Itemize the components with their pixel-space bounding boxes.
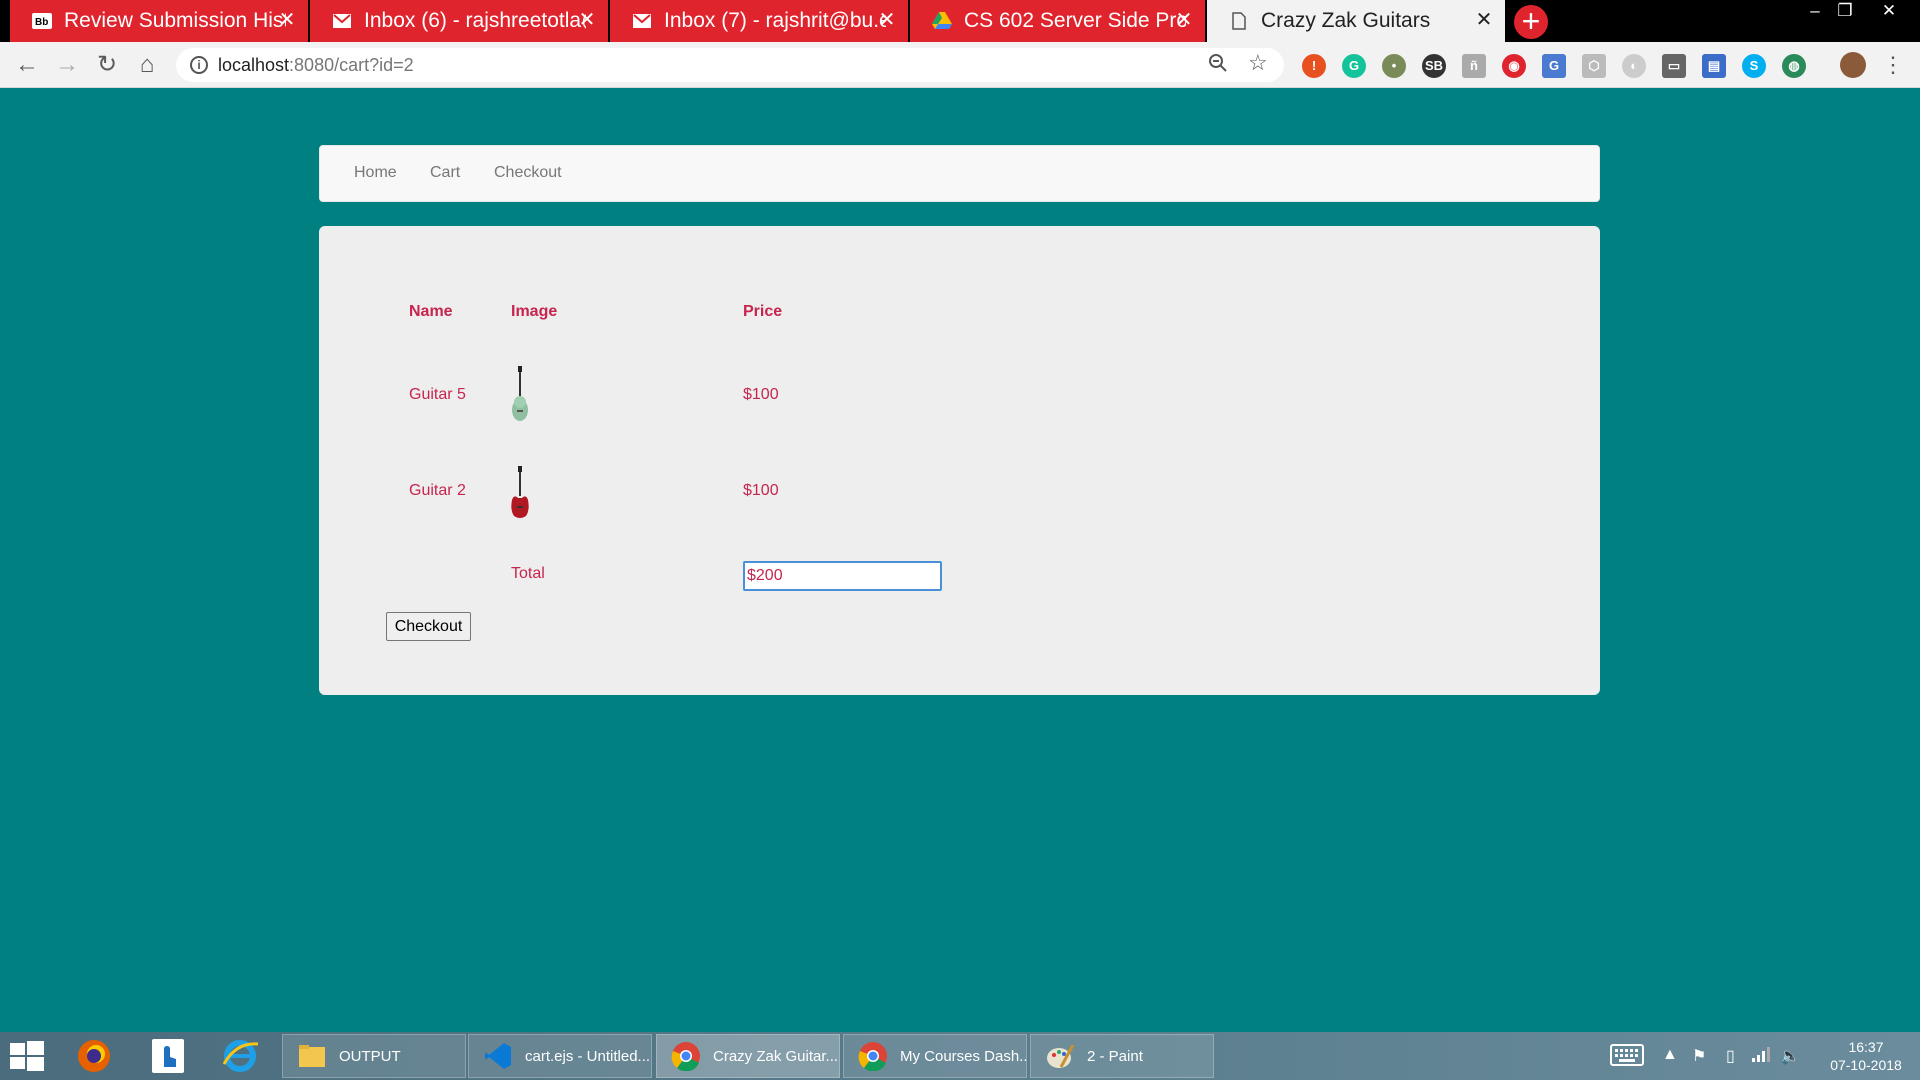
total-label: Total (511, 565, 545, 582)
column-header-price: Price (743, 303, 783, 320)
battery-icon[interactable]: ▯ (1726, 1046, 1735, 1066)
close-icon[interactable]: ✕ (1173, 9, 1195, 31)
tab-title: Inbox (6) - rajshreetotla@ (364, 9, 586, 32)
volume-icon[interactable]: 🔈 (1780, 1046, 1800, 1066)
checkout-button[interactable]: Checkout (386, 612, 471, 641)
close-icon[interactable]: ✕ (1473, 9, 1495, 31)
home-icon[interactable]: ⌂ (132, 50, 162, 80)
vscode-icon (485, 1043, 511, 1069)
extension-alert-icon[interactable]: ! (1302, 54, 1326, 78)
menu-icon[interactable]: ⋮ (1882, 52, 1904, 78)
browser-toolbar: ← → ↻ ⌂ i localhost:8080/cart?id=2 ☆ ! G… (0, 42, 1920, 88)
extension-icon[interactable]: • (1382, 54, 1406, 78)
tab-inbox-7[interactable]: Inbox (7) - rajshrit@bu.edu ✕ (610, 0, 908, 42)
column-header-name: Name (409, 303, 453, 320)
show-hidden-icons-chevron-icon[interactable]: ▲ (1662, 1046, 1678, 1064)
chrome-icon (858, 1042, 887, 1071)
blackboard-icon: Bb (32, 12, 52, 30)
extension-icon[interactable]: ⬡ (1582, 54, 1606, 78)
chrome-icon (671, 1042, 700, 1071)
close-window-icon[interactable]: ✕ (1874, 0, 1904, 22)
new-tab-button[interactable]: + (1514, 5, 1548, 39)
translate-icon[interactable]: G (1542, 54, 1566, 78)
column-header-image: Image (511, 303, 558, 320)
cart-item-name: Guitar 2 (409, 482, 466, 499)
action-center-flag-icon[interactable]: ⚑ (1692, 1046, 1706, 1066)
windows-taskbar: OUTPUT cart.ejs - Untitled... Crazy Zak … (0, 1032, 1920, 1080)
extension-icon[interactable]: ▤ (1702, 54, 1726, 78)
cart-item-name: Guitar 5 (409, 386, 466, 403)
tab-inbox-6[interactable]: Inbox (6) - rajshreetotla@ ✕ (310, 0, 608, 42)
taskbar-item-output[interactable]: OUTPUT (282, 1034, 466, 1078)
system-clock[interactable]: 16:37 07-10-2018 (1816, 1038, 1916, 1074)
paint-icon (1047, 1044, 1075, 1068)
grammarly-icon[interactable]: G (1342, 54, 1366, 78)
cart-item-price: $100 (743, 482, 779, 499)
url-text: localhost:8080/cart?id=2 (218, 55, 414, 75)
tab-review-submission[interactable]: Bb Review Submission History ✕ (10, 0, 308, 42)
adblock-icon[interactable]: ◉ (1502, 54, 1526, 78)
extension-globe-icon[interactable]: ◍ (1782, 54, 1806, 78)
tab-title: CS 602 Server Side Prog (964, 9, 1186, 32)
taskbar-item-chrome-courses[interactable]: My Courses Dash... (843, 1034, 1027, 1078)
windows-start-icon[interactable] (10, 1032, 44, 1080)
forward-icon[interactable]: → (52, 50, 82, 80)
tab-cs602[interactable]: CS 602 Server Side Prog ✕ (910, 0, 1205, 42)
cart-panel (319, 226, 1600, 695)
google-drive-icon (932, 12, 952, 30)
close-icon[interactable]: ✕ (876, 9, 898, 31)
tab-title: Review Submission History (64, 9, 286, 32)
extension-icon[interactable]: ñ (1462, 54, 1486, 78)
taskbar-item-chrome-guitars[interactable]: Crazy Zak Guitar... (656, 1034, 840, 1078)
site-info-icon[interactable]: i (190, 56, 208, 74)
extension-sb-icon[interactable]: SB (1422, 54, 1446, 78)
tab-title: Inbox (7) - rajshrit@bu.edu (664, 9, 886, 32)
close-icon[interactable]: ✕ (576, 9, 598, 31)
minimize-icon[interactable]: – (1800, 0, 1830, 22)
svg-text:Bb: Bb (35, 17, 48, 28)
tab-title: Crazy Zak Guitars (1261, 9, 1431, 32)
taskbar-item-vscode[interactable]: cart.ejs - Untitled... (468, 1034, 652, 1078)
restore-icon[interactable]: ❐ (1830, 0, 1860, 22)
skype-icon[interactable]: S (1742, 54, 1766, 78)
guitar-image (512, 366, 528, 421)
taskbar-item-paint[interactable]: 2 - Paint (1030, 1034, 1214, 1078)
gmail-icon (632, 12, 652, 30)
page-icon (1229, 12, 1249, 30)
zoom-icon[interactable] (1208, 53, 1228, 79)
clock-date: 07-10-2018 (1830, 1057, 1902, 1073)
keyboard-icon[interactable] (1610, 1044, 1644, 1071)
guitar-image (511, 466, 529, 518)
address-bar[interactable]: i localhost:8080/cart?id=2 ☆ (176, 48, 1284, 82)
tab-crazy-zak-guitars[interactable]: Crazy Zak Guitars ✕ (1207, 0, 1505, 42)
firefox-icon[interactable] (76, 1032, 112, 1080)
network-signal-icon[interactable] (1752, 1046, 1772, 1067)
profile-avatar[interactable] (1840, 52, 1866, 78)
clock-time: 16:37 (1848, 1039, 1884, 1055)
reload-icon[interactable]: ↻ (92, 50, 122, 80)
cast-icon[interactable]: ▭ (1662, 54, 1686, 78)
close-icon[interactable]: ✕ (276, 9, 298, 31)
back-icon[interactable]: ← (12, 50, 42, 80)
extension-icon[interactable]: ◐ (1622, 54, 1646, 78)
cart-item-price: $100 (743, 386, 779, 403)
touch-app-icon[interactable] (150, 1032, 186, 1080)
bookmark-star-icon[interactable]: ☆ (1248, 50, 1268, 76)
internet-explorer-icon[interactable] (222, 1032, 260, 1080)
nav-cart-link[interactable]: Cart (430, 164, 460, 182)
site-navbar: Home Cart Checkout (319, 145, 1600, 202)
nav-home-link[interactable]: Home (354, 164, 397, 182)
browser-tab-strip: Bb Review Submission History ✕ Inbox (6)… (0, 0, 1920, 42)
gmail-icon (332, 12, 352, 30)
folder-icon (299, 1045, 325, 1067)
nav-checkout-link[interactable]: Checkout (494, 164, 562, 182)
total-field[interactable] (743, 561, 942, 591)
